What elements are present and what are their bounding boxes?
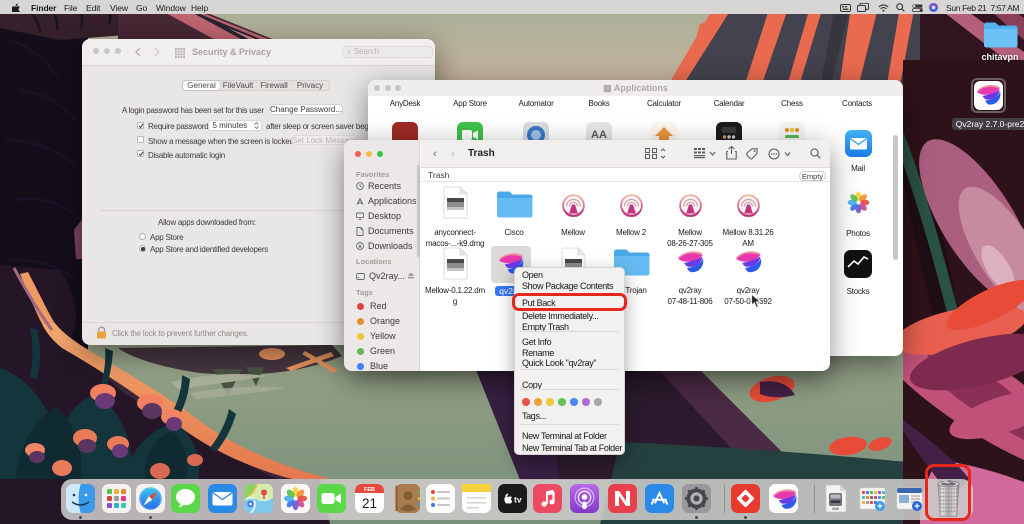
svg-text:tv: tv <box>514 495 522 505</box>
svg-text:FEB: FEB <box>364 487 375 493</box>
svg-text:21: 21 <box>362 496 377 511</box>
